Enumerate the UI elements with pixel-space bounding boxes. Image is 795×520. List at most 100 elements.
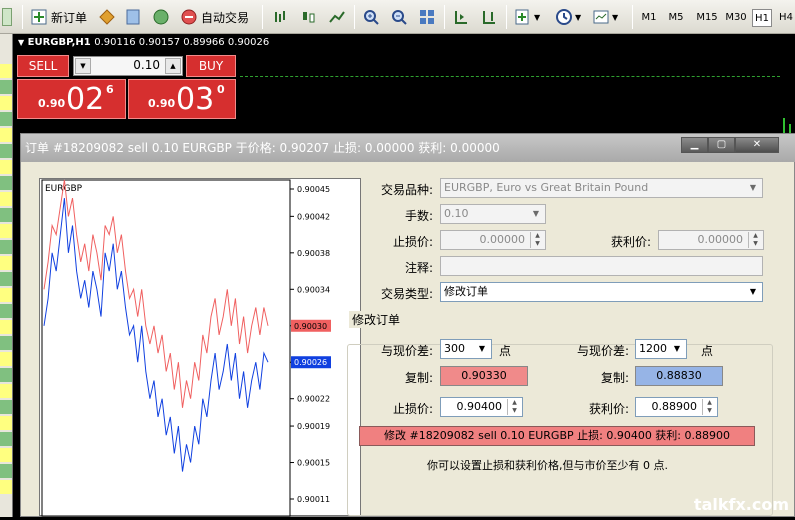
symbol-select[interactable]: EURGBP, Euro vs Great Britain Pound ▼ bbox=[440, 178, 763, 198]
candlestick-button[interactable] bbox=[300, 6, 318, 28]
chevron-down-icon: ▼ bbox=[749, 183, 757, 192]
bar-chart-button[interactable] bbox=[272, 6, 290, 28]
tile-windows-icon bbox=[420, 10, 434, 24]
maximize-icon: ▢ bbox=[716, 139, 727, 150]
chart-symbol-header: ▼ EURGBP,H1 0.90116 0.90157 0.89966 0.90… bbox=[18, 37, 269, 48]
buy-price-sup: 0 bbox=[217, 83, 225, 96]
timeframe-h4[interactable]: H4 bbox=[777, 9, 795, 27]
new-order-icon bbox=[31, 9, 47, 25]
dialog-title: 订单 #18209082 sell 0.10 EURGBP 于价格: 0.902… bbox=[21, 134, 795, 162]
chart-symbol: EURGBP,H1 bbox=[27, 37, 91, 48]
sell-price-button[interactable]: 0.90 02 6 bbox=[17, 79, 126, 119]
copy-label-right: 复制: bbox=[600, 371, 629, 385]
triangle-down-icon: ▼ bbox=[18, 38, 25, 47]
new-sl-spinner-icon[interactable]: ▲ ▼ bbox=[507, 399, 521, 415]
navigator-button[interactable] bbox=[152, 6, 170, 28]
order-type-select[interactable]: 修改订单 ▼ bbox=[440, 282, 763, 302]
toolbar-separator bbox=[22, 5, 23, 29]
new-order-button[interactable]: 新订单 bbox=[30, 6, 87, 28]
data-window-button[interactable] bbox=[124, 6, 142, 28]
indicators-button[interactable]: ▼ bbox=[514, 6, 540, 28]
line-chart-button[interactable] bbox=[328, 6, 346, 28]
y-tick-label: 0.90045 bbox=[297, 185, 330, 194]
level-label-left: 与现价差: bbox=[380, 344, 433, 358]
maximize-button[interactable]: ▢ bbox=[708, 137, 735, 153]
grid-icon[interactable] bbox=[2, 6, 12, 28]
y-tick-label: 0.90019 bbox=[297, 422, 330, 431]
copy-tp-button[interactable]: 0.88830 bbox=[635, 366, 723, 386]
auto-trade-label: 自动交易 bbox=[201, 10, 250, 25]
comment-label: 注释: bbox=[404, 261, 433, 275]
comment-input[interactable] bbox=[440, 256, 763, 276]
chevron-down-icon: ▼ bbox=[534, 12, 541, 22]
main-toolbar: 新订单 自动交易 ▼ ▼ ▼ M1 M5 M15 M30 H1 H4 bbox=[0, 0, 795, 34]
line-chart-icon bbox=[329, 11, 345, 23]
mini-chart: EURGBP0.900450.900420.900380.900340.9003… bbox=[39, 178, 361, 517]
new-tp-spinner-icon[interactable]: ▲ ▼ bbox=[702, 399, 716, 415]
bar-chart-icon bbox=[275, 11, 285, 22]
volume-select[interactable]: 0.10 ▼ bbox=[440, 204, 546, 224]
diamond-icon bbox=[99, 9, 115, 25]
chevron-down-icon: ▼ bbox=[575, 12, 582, 22]
periods-button[interactable]: ▼ bbox=[555, 6, 581, 28]
new-sl-value: 0.90400 bbox=[456, 400, 503, 413]
auto-trade-button[interactable]: 自动交易 bbox=[180, 6, 249, 28]
lots-input[interactable]: ▼ 0.10 ▲ bbox=[73, 56, 183, 76]
new-sl-input[interactable]: 0.90400 ▲ ▼ bbox=[440, 397, 523, 417]
sell-button[interactable]: SELL bbox=[17, 55, 69, 77]
order-dialog: 订单 #18209082 sell 0.10 EURGBP 于价格: 0.902… bbox=[20, 133, 795, 517]
lots-increase-icon[interactable]: ▲ bbox=[165, 58, 181, 74]
y-tick-label: 0.90011 bbox=[297, 495, 330, 504]
left-panel-strip bbox=[0, 34, 13, 517]
y-tick-label: 0.90022 bbox=[297, 395, 330, 404]
template-icon bbox=[593, 10, 609, 24]
templates-button[interactable]: ▼ bbox=[592, 6, 618, 28]
buy-price-big: 03 bbox=[176, 82, 215, 117]
zoom-in-button[interactable] bbox=[362, 6, 380, 28]
tile-windows-button[interactable] bbox=[418, 6, 436, 28]
lots-decrease-icon[interactable]: ▼ bbox=[75, 58, 91, 74]
market-watch-button[interactable] bbox=[98, 6, 116, 28]
auto-scroll-icon bbox=[455, 11, 467, 24]
buy-price-button[interactable]: 0.90 03 0 bbox=[128, 79, 236, 119]
level-select-right[interactable]: 1200 ▼ bbox=[635, 339, 687, 359]
timeframe-h1[interactable]: H1 bbox=[752, 9, 772, 27]
tp-value: 0.00000 bbox=[697, 233, 744, 246]
new-tp-input[interactable]: 0.88900 ▲ ▼ bbox=[635, 397, 718, 417]
ask-price-marker: 0.90030 bbox=[294, 322, 327, 331]
chevron-down-icon: ▼ bbox=[478, 344, 486, 353]
timeframe-m5[interactable]: M5 bbox=[665, 9, 687, 27]
auto-scroll-button[interactable] bbox=[452, 6, 470, 28]
bid-line bbox=[240, 76, 780, 77]
timeframe-m15[interactable]: M15 bbox=[693, 9, 721, 27]
buy-price-prefix: 0.90 bbox=[148, 97, 176, 110]
copy-sl-button[interactable]: 0.90330 bbox=[440, 366, 528, 386]
modify-order-button[interactable]: 修改 #18209082 sell 0.10 EURGBP 止损: 0.9040… bbox=[359, 426, 755, 446]
candlestick-icon bbox=[303, 12, 315, 23]
sl-spinner-icon[interactable]: ▲ ▼ bbox=[530, 232, 544, 248]
new-tp-label: 获利价: bbox=[588, 402, 629, 416]
tp-input[interactable]: 0.00000 ▲ ▼ bbox=[658, 230, 764, 250]
new-sl-label: 止损价: bbox=[392, 402, 433, 416]
sl-label: 止损价: bbox=[392, 235, 433, 249]
sl-input[interactable]: 0.00000 ▲ ▼ bbox=[440, 230, 546, 250]
tp-spinner-icon[interactable]: ▲ ▼ bbox=[748, 232, 762, 248]
zoom-out-button[interactable] bbox=[390, 6, 408, 28]
toolbar-separator bbox=[262, 5, 263, 29]
sell-price-prefix: 0.90 bbox=[38, 97, 66, 110]
symbol-value: EURGBP, Euro vs Great Britain Pound bbox=[444, 181, 649, 194]
lots-value: 0.10 bbox=[133, 58, 160, 72]
toolbar-separator bbox=[354, 5, 355, 29]
level-select-left[interactable]: 300 ▼ bbox=[440, 339, 492, 359]
new-order-label: 新订单 bbox=[51, 10, 88, 25]
chart-shift-button[interactable] bbox=[480, 6, 498, 28]
timeframe-m30[interactable]: M30 bbox=[722, 9, 750, 27]
timeframe-m1[interactable]: M1 bbox=[638, 9, 660, 27]
add-indicator-icon bbox=[515, 9, 529, 25]
close-button[interactable]: ✕ bbox=[735, 137, 779, 153]
buy-button[interactable]: BUY bbox=[186, 55, 236, 77]
y-tick-label: 0.90015 bbox=[297, 459, 330, 468]
minimize-button[interactable]: ▁ bbox=[681, 137, 708, 153]
level-value-right: 1200 bbox=[639, 342, 667, 355]
modify-group-title: 修改订单 bbox=[349, 311, 404, 328]
